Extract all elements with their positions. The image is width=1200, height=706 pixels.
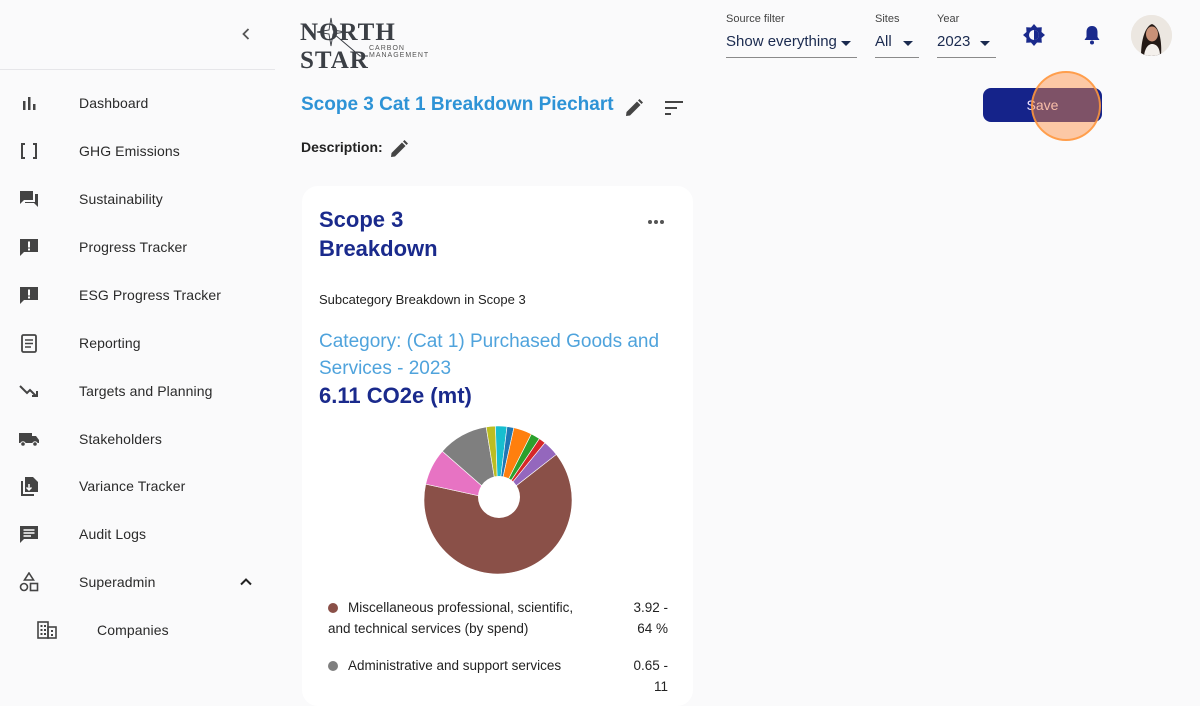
- legend-label: Miscellaneous professional, scientific, …: [328, 600, 574, 636]
- page-title: Scope 3 Cat 1 Breakdown Piechart: [301, 94, 614, 115]
- sort-icon[interactable]: [664, 99, 684, 117]
- legend-value: 0.65 - 11: [633, 658, 668, 694]
- pie-chart[interactable]: [422, 424, 574, 576]
- sidebar-item-label: Companies: [97, 622, 169, 638]
- shapes-icon: [18, 571, 40, 593]
- edit-pencil-icon[interactable]: [389, 139, 409, 159]
- save-button[interactable]: Save: [983, 88, 1102, 122]
- truck-icon: [18, 428, 40, 450]
- sidebar: Dashboard GHG Emissions Sustainability P…: [0, 0, 275, 670]
- category-title: Category: (Cat 1) Purchased Goods and Se…: [319, 331, 660, 379]
- caret-down-icon: [980, 41, 990, 46]
- caret-down-icon: [903, 41, 913, 46]
- sidebar-header: [0, 0, 275, 70]
- sidebar-item-label: Superadmin: [79, 574, 156, 590]
- forum-icon: [18, 188, 40, 210]
- edit-pencil-icon[interactable]: [624, 98, 644, 118]
- user-avatar-image: [1131, 15, 1172, 56]
- trending-down-icon: [18, 380, 40, 402]
- sidebar-item-esg-progress-tracker[interactable]: ESG Progress Tracker: [0, 271, 275, 319]
- year-value: 2023: [937, 33, 971, 50]
- sidebar-item-label: Stakeholders: [79, 431, 162, 447]
- feedback-icon: [18, 236, 40, 258]
- sidebar-item-superadmin[interactable]: Superadmin: [0, 558, 275, 606]
- sidebar-item-dashboard[interactable]: Dashboard: [0, 79, 275, 127]
- chevron-up-icon[interactable]: [238, 574, 254, 590]
- chart-card: Scope 3 Breakdown Subcategory Breakdown …: [302, 186, 693, 706]
- chevron-left-icon[interactable]: [236, 24, 256, 44]
- category-total: 6.11 CO2e (mt): [319, 383, 472, 408]
- document-icon: [18, 332, 40, 354]
- sidebar-item-label: Sustainability: [79, 191, 163, 207]
- legend-item[interactable]: Miscellaneous professional, scientific, …: [328, 597, 673, 641]
- bar-chart-icon: [18, 92, 40, 114]
- sidebar-item-sustainability[interactable]: Sustainability: [0, 175, 275, 223]
- user-avatar[interactable]: [1131, 15, 1172, 56]
- caret-down-icon: [841, 41, 851, 46]
- card-title: Scope 3 Breakdown: [319, 207, 438, 261]
- more-options-icon[interactable]: [647, 219, 665, 225]
- source-filter-value: Show everything: [726, 33, 837, 50]
- sidebar-item-label: Reporting: [79, 335, 141, 351]
- compass-star-icon: [316, 17, 368, 57]
- sidebar-item-stakeholders[interactable]: Stakeholders: [0, 415, 275, 463]
- year-label: Year: [937, 13, 960, 25]
- feedback-icon: [18, 284, 40, 306]
- sidebar-item-label: Variance Tracker: [79, 478, 186, 494]
- sites-select[interactable]: Sites All: [875, 13, 919, 58]
- sites-label: Sites: [875, 13, 900, 25]
- source-filter-select[interactable]: Source filter Show everything: [726, 13, 857, 58]
- sidebar-item-label: Targets and Planning: [79, 383, 213, 399]
- sidebar-item-targets-and-planning[interactable]: Targets and Planning: [0, 367, 275, 415]
- brightness-icon[interactable]: [1022, 23, 1046, 47]
- sidebar-item-reporting[interactable]: Reporting: [0, 319, 275, 367]
- brackets-icon: [18, 140, 40, 162]
- description-label: Description:: [301, 139, 383, 155]
- sidebar-item-label: Progress Tracker: [79, 239, 188, 255]
- sidebar-item-variance-tracker[interactable]: Variance Tracker: [0, 462, 275, 510]
- sites-value: All: [875, 33, 892, 50]
- sidebar-item-companies[interactable]: Companies: [0, 606, 275, 654]
- sidebar-item-label: GHG Emissions: [79, 143, 180, 159]
- sidebar-item-label: Dashboard: [79, 95, 149, 111]
- sidebar-item-ghg-emissions[interactable]: GHG Emissions: [0, 127, 275, 175]
- sidebar-item-label: ESG Progress Tracker: [79, 287, 222, 303]
- sidebar-item-progress-tracker[interactable]: Progress Tracker: [0, 223, 275, 271]
- legend-item[interactable]: Administrative and support services 0.65…: [328, 655, 673, 699]
- year-select[interactable]: Year 2023: [937, 13, 996, 58]
- legend-value: 3.92 - 64 %: [633, 600, 668, 636]
- notification-bell-icon[interactable]: [1080, 23, 1104, 47]
- sidebar-item-audit-logs[interactable]: Audit Logs: [0, 510, 275, 558]
- message-icon: [18, 523, 40, 545]
- source-filter-label: Source filter: [726, 13, 785, 25]
- north-star-logo[interactable]: NORTH STAR CARBON MANAGEMENT: [300, 16, 450, 74]
- card-subtitle: Subcategory Breakdown in Scope 3: [319, 292, 526, 307]
- legend-label: Administrative and support services: [348, 658, 562, 673]
- building-icon: [36, 619, 58, 641]
- file-copy-icon: [18, 475, 40, 497]
- pie-center-hole: [478, 476, 520, 518]
- sidebar-item-label: Audit Logs: [79, 526, 147, 542]
